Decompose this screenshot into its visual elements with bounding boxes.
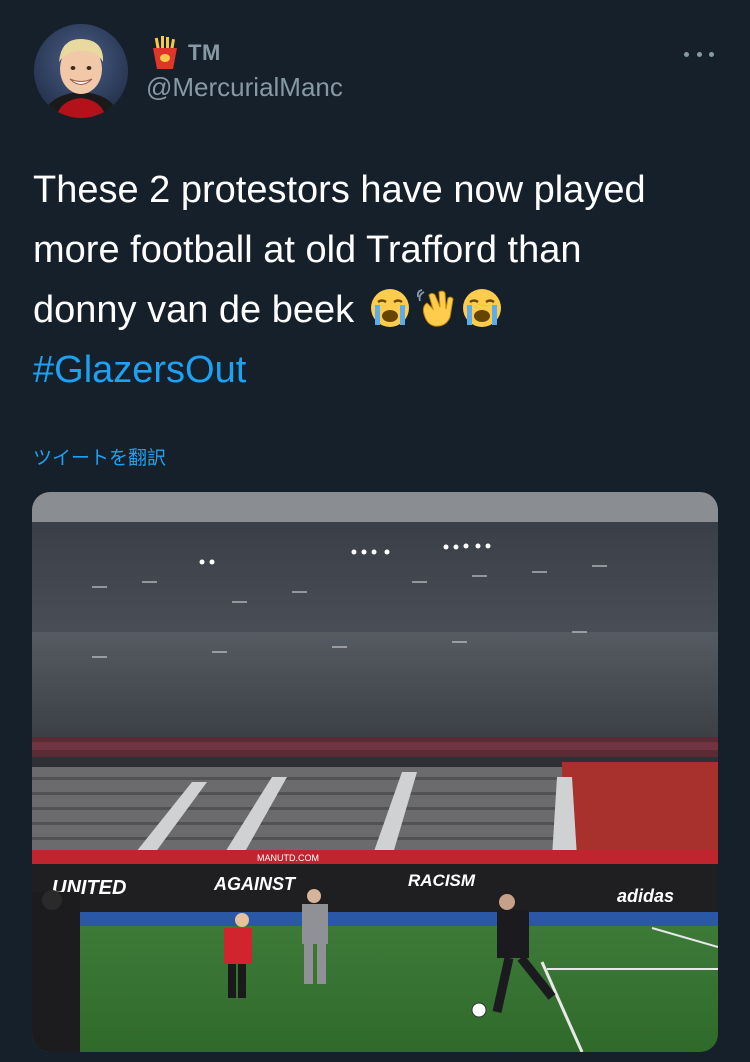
tweet-text-line: These 2 protestors have now played xyxy=(33,169,646,211)
user-handle[interactable]: @MercurialManc xyxy=(146,72,343,103)
hashtag-link[interactable]: #GlazersOut xyxy=(33,340,723,400)
banner-word-against: AGAINST xyxy=(213,874,297,894)
tweet: TM @MercurialManc These 2 protestors hav… xyxy=(0,0,750,1062)
waving-hand-icon xyxy=(416,289,454,327)
tweet-media[interactable]: MANUTD.COM UNITED AGAINST RACISM adidas xyxy=(32,492,718,1052)
sponsor-logo: adidas xyxy=(617,886,674,906)
tweet-text-line-with-emojis: donny van de beek xyxy=(33,280,723,340)
more-options-icon[interactable] xyxy=(684,50,714,58)
loudly-crying-face-icon xyxy=(462,289,501,327)
display-name[interactable]: TM xyxy=(188,40,221,66)
translate-tweet-link[interactable]: ツイートを翻訳 xyxy=(33,443,166,470)
football xyxy=(471,1002,487,1018)
french-fries-icon xyxy=(153,36,177,69)
tweet-text-line: donny van de beek xyxy=(33,289,355,331)
avatar[interactable] xyxy=(34,24,128,118)
loudly-crying-face-icon xyxy=(370,289,409,327)
banner-word-racism: RACISM xyxy=(408,871,476,890)
tweet-text: These 2 protestors have now played more … xyxy=(33,160,723,400)
tweet-text-line: more football at old Trafford than xyxy=(33,229,582,271)
stand-sign: MANUTD.COM xyxy=(257,853,319,863)
author-name-row[interactable]: TM xyxy=(150,36,221,70)
